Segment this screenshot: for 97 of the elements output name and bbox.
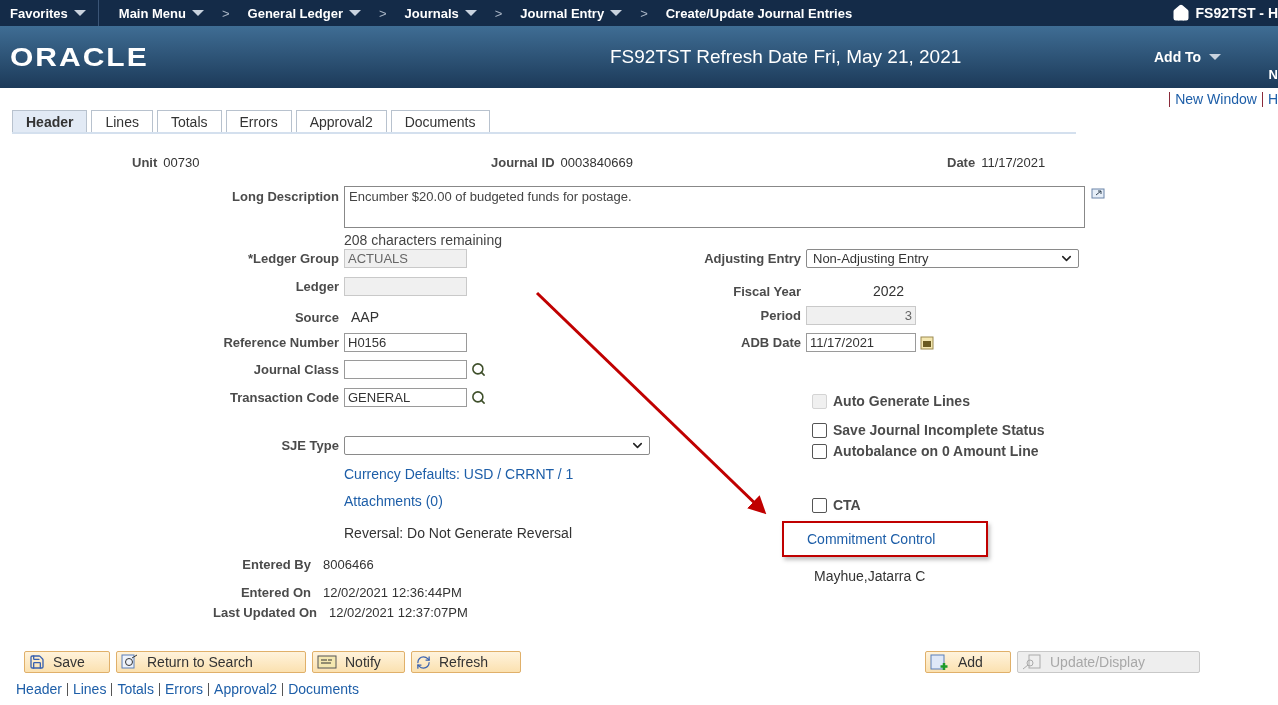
caret-icon [1209,54,1222,60]
remaining-count: 208 characters remaining [344,232,503,248]
menu-link[interactable]: Favorites [10,5,68,21]
field-label: Adjusting Entry [703,250,802,266]
checkbox[interactable] [812,497,827,513]
footer-link[interactable]: Approval2 [214,681,278,697]
toolbar-button[interactable]: Save [24,651,110,673]
field-label: Reference Number [222,334,340,350]
menu-text: N [1268,67,1278,82]
save-icon [29,654,45,670]
field-label: SJE Type [280,437,340,453]
menu-link[interactable]: Journal Entry [520,5,605,21]
field-label: Period [759,307,802,323]
date-field[interactable]: 11/17/2021 [806,332,916,352]
info-text: Mayhue,Jatarra C [814,568,926,584]
field-value: 12/02/2021 12:37:07PM [328,604,469,620]
footer-link[interactable]: Header [16,681,62,697]
search-page-icon [1022,654,1042,670]
add-page-icon [930,653,950,671]
breadcrumb-separator: > [377,5,388,21]
field-label: Entered By [241,556,312,572]
toolbar-button[interactable]: Refresh [411,651,521,673]
field-label: Entered On [239,584,312,600]
input-field[interactable]: GENERAL [344,387,467,407]
refresh-icon [416,654,431,670]
field-label: Date [947,154,976,170]
search-icon [121,654,139,670]
search-icon[interactable] [471,361,486,377]
page-link[interactable]: New Window [1175,91,1257,107]
field-value: 12/02/2021 12:36:44PM [322,584,463,600]
field-label: Last Updated On [212,604,318,620]
search-icon[interactable] [471,389,486,405]
menu-link[interactable]: General Ledger [247,5,343,21]
field-label: Fiscal Year [732,283,802,299]
checkbox-label: Autobalance on 0 Amount Line [833,443,1039,459]
caret-icon [464,10,477,16]
field-value: 11/17/2021 [981,154,1046,170]
field-value: 2022 [872,283,906,299]
logo: ORACLE [10,42,150,72]
dropdown-field[interactable]: Non-Adjusting Entry [806,248,1079,268]
field-label: Ledger [294,278,340,294]
input-field[interactable]: H0156 [344,332,467,352]
tab[interactable]: Header [12,110,88,132]
expand-icon[interactable] [1088,188,1106,202]
field-label: ADB Date [740,334,802,350]
tab[interactable]: Documents [390,110,490,132]
footer-link[interactable]: Errors [164,681,204,697]
field-label: Transaction Code [228,389,340,405]
description-field[interactable]: Encumber $20.00 of budgeted funds for postage. [344,186,1085,228]
field-label: *Ledger Group [247,250,340,266]
tab[interactable]: Errors [225,110,292,132]
breadcrumb-separator: > [639,5,649,21]
banner-title: FS92TST Refresh Date Fri, May 21, 2021 [610,46,963,68]
text-link[interactable]: Currency Defaults: USD / CRRNT / 1 [344,466,574,482]
field-value: 0003840669 [560,154,633,170]
home-icon[interactable] [1171,4,1190,22]
caret-icon [192,10,204,16]
calendar-icon[interactable] [920,334,934,350]
page-link[interactable]: H [1267,91,1278,107]
note-icon [317,655,337,669]
caret-icon [610,10,623,16]
field-value: 00730 [163,154,200,170]
tab[interactable]: Lines [91,110,153,132]
field-label: Journal Class [252,361,340,377]
checkbox-label: Auto Generate Lines [833,393,970,409]
field-value: 8006466 [322,556,375,572]
tab[interactable]: Approval2 [295,110,387,132]
menu-link[interactable]: Journals [404,5,459,21]
breadcrumb-separator: > [221,5,231,21]
checkbox[interactable] [812,422,827,438]
toolbar-button[interactable]: Notify [312,651,405,673]
caret-icon [73,10,86,16]
site-title: FS92TST - H [1195,5,1278,21]
toolbar-button[interactable]: Return to Search [116,651,306,673]
checkbox-label: Save Journal Incomplete Status [833,422,1045,438]
footer-link[interactable]: Documents [288,681,359,697]
field-value: AAP [350,309,380,325]
checkbox-label: CTA [833,497,861,513]
checkbox[interactable] [812,443,827,459]
text-link[interactable]: Attachments (0) [344,493,443,509]
breadcrumb-separator: > [493,5,504,21]
commitment-link[interactable]: Commitment Control [807,531,936,547]
add-to-menu[interactable]: Add To [1154,49,1202,65]
info-text: Reversal: Do Not Generate Reversal [344,525,572,541]
toolbar-button[interactable]: Add [925,651,1011,673]
menu-link[interactable]: Main Menu [118,5,186,21]
field-label: Source [293,309,340,325]
tab[interactable]: Totals [156,110,222,132]
caret-icon [348,10,361,16]
input-field[interactable] [344,359,467,379]
footer-link[interactable]: Lines [72,681,107,697]
field-label: Unit [132,154,158,170]
field-label: Journal ID [491,154,555,170]
field-label: Long Description [231,188,340,204]
dropdown-field[interactable] [344,435,650,455]
footer-link[interactable]: Totals [117,681,154,697]
breadcrumb-current: Create/Update Journal Entries [665,5,853,21]
